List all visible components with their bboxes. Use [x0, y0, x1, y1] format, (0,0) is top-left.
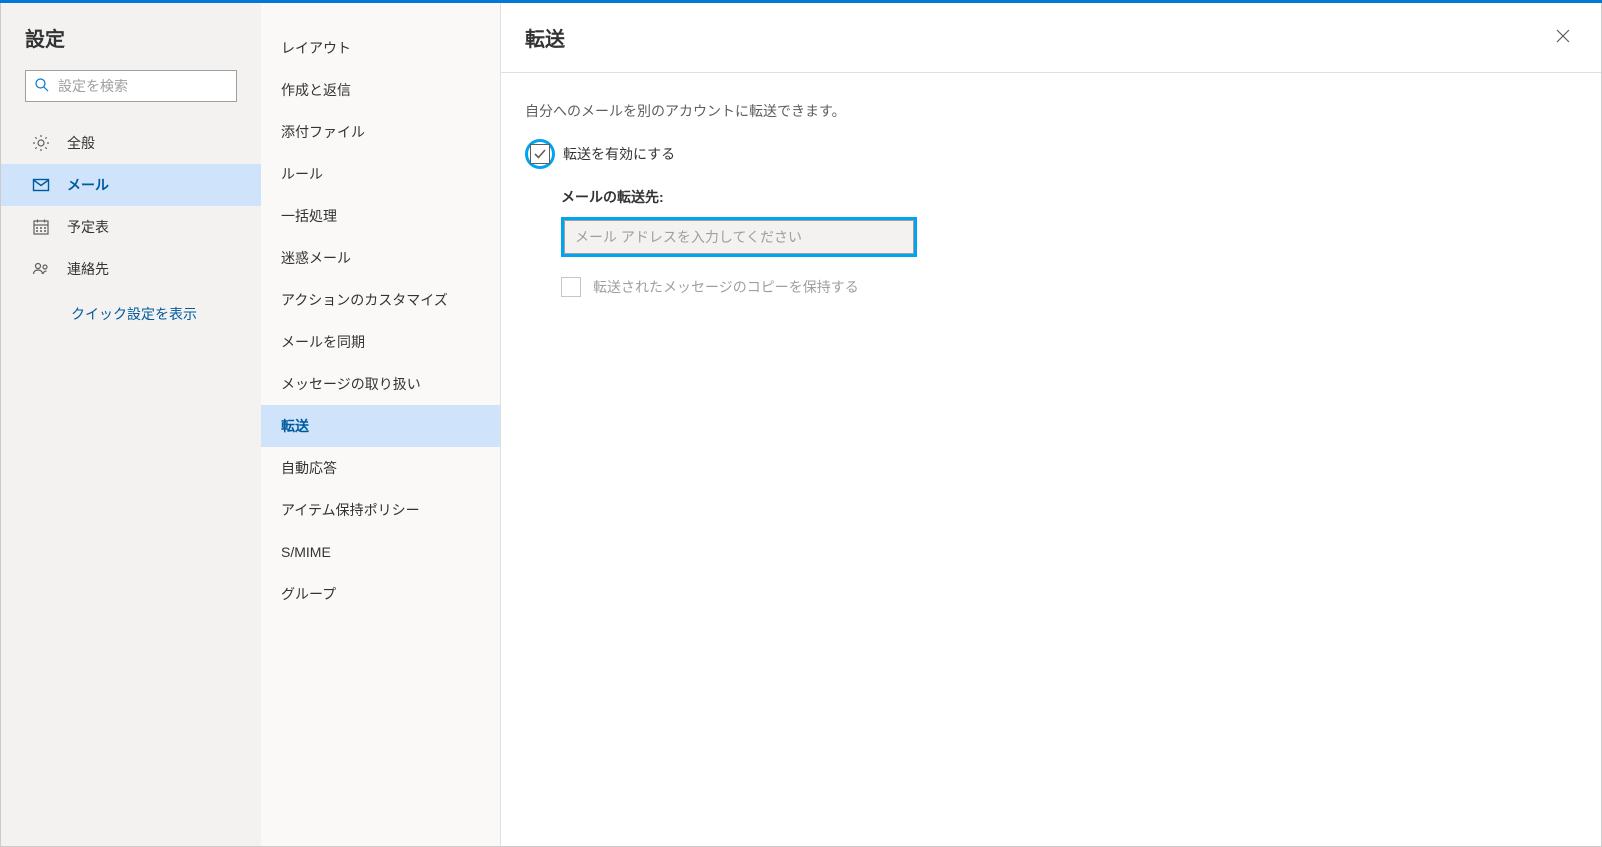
nav-label: メール	[67, 175, 109, 195]
left-sidebar: 設定 全般 メール	[1, 3, 261, 846]
mid-item-groups[interactable]: グループ	[261, 573, 500, 615]
search-box[interactable]	[25, 70, 237, 102]
main-body: 自分へのメールを別のアカウントに転送できます。 転送を有効にする メールの転送先…	[501, 73, 1601, 325]
mid-item-customize-actions[interactable]: アクションのカスタマイズ	[261, 279, 500, 321]
mid-item-junk[interactable]: 迷惑メール	[261, 237, 500, 279]
email-input-highlight	[561, 217, 917, 257]
nav-item-general[interactable]: 全般	[1, 122, 261, 164]
nav-label: 予定表	[67, 217, 109, 237]
checkmark-icon	[533, 147, 547, 161]
mid-item-retention[interactable]: アイテム保持ポリシー	[261, 489, 500, 531]
main-panel: 転送 自分へのメールを別のアカウントに転送できます。 転送を有効にする	[501, 3, 1601, 846]
search-input[interactable]	[50, 78, 239, 94]
calendar-icon	[31, 217, 51, 237]
mid-item-compose[interactable]: 作成と返信	[261, 69, 500, 111]
nav-item-mail[interactable]: メール	[1, 164, 261, 206]
forwarding-description: 自分へのメールを別のアカウントに転送できます。	[525, 101, 1577, 121]
settings-dialog: 設定 全般 メール	[0, 3, 1602, 847]
quick-settings: クイック設定を表示	[1, 290, 261, 324]
nav-label: 連絡先	[67, 259, 109, 279]
mail-icon	[31, 175, 51, 195]
search-wrapper	[1, 70, 261, 114]
enable-forwarding-row: 転送を有効にする	[525, 139, 1577, 169]
mid-item-message-handling[interactable]: メッセージの取り扱い	[261, 363, 500, 405]
mid-item-sync[interactable]: メールを同期	[261, 321, 500, 363]
nav-label: 全般	[67, 133, 95, 153]
nav-list: 全般 メール 予定表 連絡先	[1, 122, 261, 290]
mid-item-sweep[interactable]: 一括処理	[261, 195, 500, 237]
search-icon	[34, 77, 50, 96]
enable-forwarding-checkbox[interactable]	[530, 144, 550, 164]
mid-item-rules[interactable]: ルール	[261, 153, 500, 195]
main-header: 転送	[501, 3, 1601, 73]
gear-icon	[31, 133, 51, 153]
mid-list: レイアウト 作成と返信 添付ファイル ルール 一括処理 迷惑メール アクションの…	[261, 27, 500, 615]
keep-copy-row: 転送されたメッセージのコピーを保持する	[561, 277, 1577, 297]
settings-title: 設定	[1, 23, 261, 70]
keep-copy-checkbox[interactable]	[561, 277, 581, 297]
quick-settings-link[interactable]: クイック設定を表示	[71, 306, 197, 322]
mid-item-smime[interactable]: S/MIME	[261, 531, 500, 573]
mid-item-attachments[interactable]: 添付ファイル	[261, 111, 500, 153]
nav-item-calendar[interactable]: 予定表	[1, 206, 261, 248]
nav-item-people[interactable]: 連絡先	[1, 248, 261, 290]
mid-item-forwarding[interactable]: 転送	[261, 405, 500, 447]
people-icon	[31, 259, 51, 279]
highlight-circle	[525, 139, 555, 169]
keep-copy-label: 転送されたメッセージのコピーを保持する	[593, 277, 859, 297]
close-icon	[1556, 29, 1570, 46]
mid-item-layout[interactable]: レイアウト	[261, 27, 500, 69]
enable-forwarding-label: 転送を有効にする	[563, 144, 675, 164]
mid-item-auto-reply[interactable]: 自動応答	[261, 447, 500, 489]
forward-to-label: メールの転送先:	[561, 187, 1577, 207]
main-title: 転送	[525, 23, 565, 52]
mid-sidebar: レイアウト 作成と返信 添付ファイル ルール 一括処理 迷惑メール アクションの…	[261, 3, 501, 846]
forward-email-input[interactable]	[564, 220, 914, 254]
close-button[interactable]	[1549, 24, 1577, 52]
forwarding-details: メールの転送先: 転送されたメッセージのコピーを保持する	[561, 187, 1577, 297]
